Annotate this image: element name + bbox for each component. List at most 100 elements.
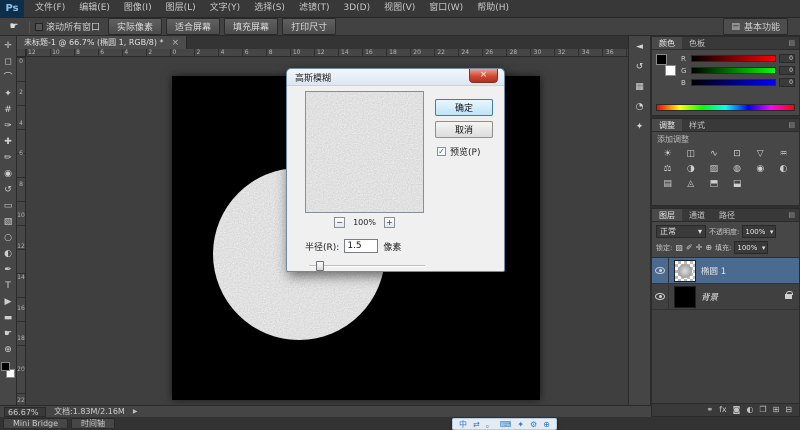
tab-channels[interactable]: 通道 (682, 209, 712, 221)
menu-item[interactable]: 3D(D) (336, 0, 377, 17)
slider-value[interactable]: 0 (779, 78, 795, 87)
adjustment-icon[interactable]: ◉ (749, 162, 772, 177)
adjustment-icon[interactable]: ◍ (725, 162, 748, 177)
adjustment-icon[interactable]: ◑ (679, 162, 702, 177)
background-color-swatch[interactable] (665, 65, 676, 76)
collapsed-panel-icon[interactable]: ◔ (636, 102, 644, 112)
tool-button[interactable]: ☛ (0, 326, 17, 342)
foreground-color-swatch[interactable] (656, 54, 667, 65)
visibility-cell[interactable] (652, 284, 669, 309)
lock-button-icon[interactable]: ✐ (686, 243, 693, 252)
tool-button[interactable]: ✒ (0, 262, 17, 278)
adjustment-icon[interactable]: ⚖ (656, 162, 679, 177)
lock-button-icon[interactable]: ✛ (696, 243, 703, 252)
blend-mode-select[interactable]: 正常 ▾ (656, 225, 706, 238)
tab-styles[interactable]: 样式 (682, 119, 712, 131)
status-options-arrow-icon[interactable]: ▶ (133, 408, 138, 415)
tool-button[interactable]: ◐ (0, 246, 17, 262)
adjustment-icon[interactable]: ◬ (679, 177, 702, 192)
tool-button[interactable]: ✚ (0, 134, 17, 150)
foreground-background-swatches[interactable] (1, 362, 15, 378)
zoom-preset-button[interactable]: 实际像素 (108, 18, 162, 35)
adjustment-icon[interactable]: ♒ (772, 147, 795, 162)
adjustment-icon[interactable]: ▽ (749, 147, 772, 162)
panel-menu-icon[interactable]: ▤ (784, 119, 799, 131)
tab-swatches[interactable]: 色板 (682, 37, 712, 49)
slider-gradient-bar[interactable] (691, 79, 776, 86)
ime-icon[interactable]: ⚙ (530, 420, 537, 429)
photoshop-logo-icon[interactable]: Ps (0, 0, 24, 17)
panel-menu-icon[interactable]: ▤ (784, 209, 799, 221)
zoom-preset-button[interactable]: 填充屏幕 (224, 18, 278, 35)
workspace-switcher[interactable]: ▤ 基本功能 (723, 18, 788, 35)
tool-button[interactable]: ◻ (0, 54, 17, 70)
menu-item[interactable]: 选择(S) (247, 0, 292, 17)
menu-item[interactable]: 图像(I) (117, 0, 159, 17)
preview-checkbox[interactable]: ✓ 预览(P) (437, 145, 480, 158)
adjustment-icon[interactable]: ⬒ (702, 177, 725, 192)
zoom-preset-button[interactable]: 打印尺寸 (282, 18, 336, 35)
menu-item[interactable]: 滤镜(T) (292, 0, 337, 17)
menu-item[interactable]: 视图(V) (377, 0, 422, 17)
slider-gradient-bar[interactable] (691, 55, 776, 62)
tool-button[interactable]: ▭ (0, 198, 17, 214)
panel-menu-icon[interactable]: ▤ (784, 37, 799, 49)
collapsed-panel-icon[interactable]: ✦ (636, 122, 644, 132)
tab-layers[interactable]: 图层 (652, 209, 682, 221)
bottom-panel-tab[interactable]: Mini Bridge (3, 418, 68, 429)
tool-button[interactable]: T (0, 278, 17, 294)
layer-name[interactable]: 椭圆 1 (701, 265, 726, 277)
layers-footer-icon[interactable]: ⊞ (773, 404, 780, 416)
color-spectrum-bar[interactable] (656, 104, 795, 111)
visibility-cell[interactable] (652, 258, 669, 283)
tab-color[interactable]: 颜色 (652, 37, 682, 49)
layer-thumbnail[interactable] (674, 260, 696, 282)
zoom-in-button[interactable]: + (384, 217, 395, 228)
layers-footer-icon[interactable]: ⊟ (785, 404, 792, 416)
tool-button[interactable]: ✦ (0, 86, 17, 102)
tool-button[interactable]: ⌒ (0, 70, 17, 86)
checkbox-box[interactable] (35, 23, 43, 31)
scroll-all-windows-checkbox[interactable]: 滚动所有窗口 (35, 20, 100, 33)
checkbox-check-icon[interactable]: ✓ (437, 147, 446, 156)
ime-icon[interactable]: ⇄ (473, 420, 480, 429)
menu-item[interactable]: 图层(L) (159, 0, 203, 17)
radius-input[interactable] (344, 239, 378, 253)
tool-button[interactable]: ✏ (0, 150, 17, 166)
zoom-out-button[interactable]: − (334, 217, 345, 228)
ime-icon[interactable]: 。 (486, 419, 494, 430)
menu-item[interactable]: 文字(Y) (203, 0, 248, 17)
lock-button-icon[interactable]: ▨ (675, 243, 683, 252)
tool-button[interactable]: ○ (0, 230, 17, 246)
adjustment-icon[interactable]: ◫ (679, 147, 702, 162)
slider-track[interactable] (309, 265, 425, 267)
foreground-color-swatch[interactable] (1, 362, 10, 371)
fill-select[interactable]: 100% ▾ (734, 241, 768, 254)
radius-slider[interactable] (309, 261, 425, 271)
tab-adjustments[interactable]: 调整 (652, 119, 682, 131)
layer-thumbnail[interactable] (674, 286, 696, 308)
adjustment-icon[interactable]: ⊡ (725, 147, 748, 162)
horizontal-ruler[interactable]: 1210864202468101214161820222426283032343… (26, 49, 628, 57)
eye-icon[interactable] (655, 293, 665, 300)
ok-button[interactable]: 确定 (435, 99, 493, 116)
document-tab[interactable]: 未标题-1 @ 66.7% (椭圆 1, RGB/8) * × (17, 36, 187, 49)
blur-preview-box[interactable] (305, 91, 424, 213)
tool-button[interactable]: ▶ (0, 294, 17, 310)
ime-icon[interactable]: ⌨ (500, 420, 512, 429)
tool-button[interactable]: ▧ (0, 214, 17, 230)
zoom-preset-button[interactable]: 适合屏幕 (166, 18, 220, 35)
color-swatch-pair[interactable] (656, 54, 676, 76)
tool-button[interactable]: # (0, 102, 17, 118)
slider-gradient-bar[interactable] (691, 67, 776, 74)
vertical-ruler[interactable]: 0246810121416182022 (17, 57, 26, 405)
ime-icon[interactable]: ✦ (517, 420, 524, 429)
menu-item[interactable]: 窗口(W) (422, 0, 470, 17)
slider-value[interactable]: 0 (779, 66, 795, 75)
menu-item[interactable]: 编辑(E) (72, 0, 117, 17)
dialog-close-button[interactable]: × (469, 69, 498, 83)
layer-row-ellipse-1[interactable]: 椭圆 1 (652, 258, 799, 284)
tool-button[interactable]: ◉ (0, 166, 17, 182)
adjustment-icon[interactable]: ☀ (656, 147, 679, 162)
hand-tool-preset-icon[interactable]: ☛ (4, 21, 24, 32)
